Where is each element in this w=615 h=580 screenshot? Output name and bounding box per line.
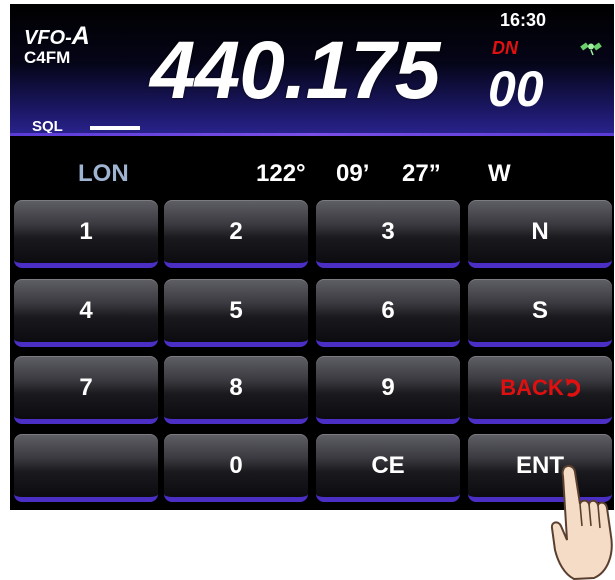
key-label: 8 bbox=[229, 373, 243, 401]
key-7[interactable]: 7 bbox=[14, 356, 158, 424]
clock-time: 16:30 bbox=[500, 10, 547, 30]
key-blank[interactable] bbox=[14, 434, 158, 502]
key-label: 9 bbox=[381, 373, 395, 401]
key-label: N bbox=[531, 217, 549, 245]
key-3[interactable]: 3 bbox=[316, 200, 460, 268]
key-9[interactable]: 9 bbox=[316, 356, 460, 424]
gps-satellite-icon bbox=[580, 42, 602, 56]
vfo-prefix: VFO- bbox=[24, 27, 72, 49]
key-0[interactable]: 0 bbox=[164, 434, 308, 502]
radio-display-screen: VFO-A C4FM 440.175 00 16:30 DN SQL LON 1… bbox=[10, 4, 614, 510]
header-divider bbox=[10, 133, 614, 136]
key-label: 1 bbox=[79, 217, 93, 245]
sql-level-bar bbox=[90, 126, 140, 130]
longitude-minutes: 09’ bbox=[336, 160, 370, 187]
key-label: 0 bbox=[229, 451, 243, 479]
key-label: 5 bbox=[229, 296, 243, 324]
back-button[interactable]: BACK bbox=[468, 356, 612, 424]
frequency-small-digits: 00 bbox=[488, 61, 544, 117]
key-6[interactable]: 6 bbox=[316, 279, 460, 347]
key-8[interactable]: 8 bbox=[164, 356, 308, 424]
longitude-entry-row: LON 122° 09’ 27” W bbox=[10, 140, 614, 200]
key-label: CE bbox=[371, 451, 405, 479]
vfo-indicator: VFO-A bbox=[24, 22, 90, 51]
key-label: 6 bbox=[381, 296, 395, 324]
back-arrow-icon bbox=[565, 377, 580, 397]
key-5[interactable]: 5 bbox=[164, 279, 308, 347]
key-label: 7 bbox=[79, 373, 93, 401]
longitude-degrees: 122° bbox=[256, 160, 306, 187]
clear-entry-button[interactable]: CE bbox=[316, 434, 460, 502]
coordinate-label: LON bbox=[78, 160, 129, 187]
key-1[interactable]: 1 bbox=[14, 200, 158, 268]
key-2[interactable]: 2 bbox=[164, 200, 308, 268]
key-s[interactable]: S bbox=[468, 279, 612, 347]
key-n[interactable]: N bbox=[468, 200, 612, 268]
mode-label: C4FM bbox=[24, 48, 71, 67]
frequency-header: VFO-A C4FM 440.175 00 16:30 DN SQL bbox=[10, 4, 614, 136]
back-label: BACK bbox=[500, 374, 564, 400]
key-label: 3 bbox=[381, 217, 395, 245]
key-label: 2 bbox=[229, 217, 243, 245]
key-4[interactable]: 4 bbox=[14, 279, 158, 347]
key-label: S bbox=[531, 296, 548, 324]
frequency-main: 440.175 bbox=[150, 25, 440, 116]
longitude-seconds: 27” bbox=[402, 160, 441, 187]
key-label: 4 bbox=[79, 296, 93, 324]
hand-pointer-icon bbox=[550, 464, 613, 580]
dn-badge: DN bbox=[492, 38, 518, 58]
vfo-letter: A bbox=[71, 22, 90, 50]
longitude-hemisphere: W bbox=[488, 160, 511, 187]
